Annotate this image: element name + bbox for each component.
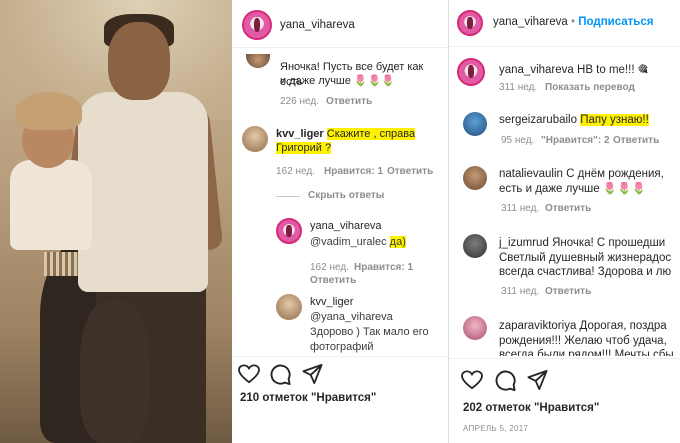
comment-avatar[interactable] xyxy=(242,126,268,152)
reply-likes[interactable]: Нравится: 1 xyxy=(354,262,413,273)
comment-body: kvv_liger Скажите , справа xyxy=(276,127,446,142)
comment-text: рождения!!! Желаю чтоб удача, xyxy=(499,335,667,347)
reply-time: 162 нед. xyxy=(310,262,349,273)
comment-text: всегда счастлива! Здорова и лю xyxy=(499,266,672,278)
photo-man-head xyxy=(108,22,170,100)
comment-text: и даже лучше 🌷🌷🌷 xyxy=(280,75,396,87)
comment-username[interactable]: j_izumrud xyxy=(499,237,549,249)
header-row: yana_vihareva • Подписаться xyxy=(493,16,654,28)
comment-username[interactable]: natalievaulin xyxy=(499,168,563,180)
reply-link[interactable]: Ответить xyxy=(326,96,372,107)
photo-girl-hat xyxy=(16,92,82,130)
photo-girl-body xyxy=(10,160,92,250)
reply-text: @yana_vihareva xyxy=(310,311,393,323)
reply-link[interactable]: Ответить xyxy=(545,286,591,297)
comment-highlight: Папу узнаю!! xyxy=(580,114,649,126)
comment-text: Светлый душевный жизнерадос xyxy=(499,252,672,264)
comment-text: Яночка! С прошедши xyxy=(552,237,666,249)
comment-highlight: Скажите , справа xyxy=(326,128,416,140)
comment-time: 226 нед. xyxy=(280,96,319,107)
photo-donkey-head xyxy=(80,300,150,443)
actions-divider xyxy=(449,358,680,359)
share-send-icon[interactable] xyxy=(527,370,548,390)
comment-bubble-icon[interactable] xyxy=(495,370,516,391)
follow-button[interactable]: Подписаться xyxy=(578,16,653,28)
replies-divider xyxy=(276,196,300,197)
comment-avatar[interactable] xyxy=(463,112,487,136)
comment-body: j_izumrud Яночка! С прошедши xyxy=(499,237,665,249)
comment-body: natalievaulin С днём рождения, xyxy=(499,168,664,180)
header-avatar[interactable] xyxy=(242,10,272,40)
comment-time: 311 нед. xyxy=(501,203,540,214)
comment-bubble-icon[interactable] xyxy=(270,364,291,385)
comment-username[interactable]: sergeizarubailo xyxy=(499,114,577,126)
reply-link[interactable]: Ответить xyxy=(310,275,356,286)
actions-divider xyxy=(232,356,448,357)
reply-link[interactable]: Ответить xyxy=(545,203,591,214)
comment-body-line2: Григорий ? xyxy=(276,142,332,154)
reply-mention[interactable]: @vadim_uralec xyxy=(310,236,387,248)
comment-text: всегда были рядом!!! Мечты сбы xyxy=(499,349,674,356)
likes-count[interactable]: 210 отметок "Нравится" xyxy=(240,392,376,404)
post-date: АПРЕЛЬ 5, 2017 xyxy=(463,424,529,433)
comment-time: 162 нед. xyxy=(276,166,315,177)
translate-link[interactable]: Показать перевод xyxy=(545,82,635,93)
comment-text: С днём рождения, xyxy=(566,168,664,180)
comment-avatar[interactable] xyxy=(463,316,487,340)
header-avatar[interactable] xyxy=(457,10,483,36)
reply-avatar[interactable] xyxy=(276,218,302,244)
comment-username[interactable]: zaparaviktoriya xyxy=(499,320,576,332)
comment-time: 311 нед. xyxy=(501,286,540,297)
caption-text: НВ to me!!! 🎕 xyxy=(577,64,649,76)
header-divider xyxy=(232,47,448,48)
comment-body: zaparaviktoriya Дорогая, поздра xyxy=(499,320,667,332)
hide-replies-button[interactable]: Скрыть ответы xyxy=(308,190,384,201)
reply-text: фотографий xyxy=(310,341,374,353)
header-username[interactable]: yana_vihareva xyxy=(493,16,568,28)
likes-count[interactable]: 202 отметок "Нравится" xyxy=(463,402,599,414)
caption-time: 311 нед. xyxy=(499,82,538,93)
caption-body: yana_vihareva НВ to me!!! 🎕 xyxy=(499,62,648,81)
comment-avatar[interactable] xyxy=(463,234,487,258)
header-username[interactable]: yana_vihareva xyxy=(280,19,355,31)
caption-username[interactable]: yana_vihareva xyxy=(499,64,574,76)
comment-body: sergeizarubailo Папу узнаю!! xyxy=(499,114,649,126)
reply-link[interactable]: Ответить xyxy=(387,166,433,177)
like-heart-icon[interactable] xyxy=(238,364,260,384)
comment-highlight: Григорий ? xyxy=(276,142,332,154)
comment-likes[interactable]: "Нравится": 2 xyxy=(541,135,610,146)
reply-highlight: да) xyxy=(389,236,406,248)
comment-likes[interactable]: Нравится: 1 xyxy=(324,166,383,177)
reply-username[interactable]: yana_vihareva xyxy=(310,220,382,232)
share-send-icon[interactable] xyxy=(302,364,323,384)
comment-time: 95 нед. xyxy=(501,135,535,146)
caption-avatar[interactable] xyxy=(457,58,485,86)
right-screenshot: yana_vihareva • Подписаться yana_viharev… xyxy=(449,0,680,443)
comment-username[interactable]: kvv_liger xyxy=(276,128,324,140)
reply-username[interactable]: kvv_liger xyxy=(310,296,353,308)
comment-avatar[interactable] xyxy=(463,166,487,190)
comment-text: есть и даже лучше 🌷🌷🌷 xyxy=(499,183,646,195)
reply-avatar[interactable] xyxy=(276,294,302,320)
photo-man-tanktop xyxy=(78,92,208,292)
reply-body: @vadim_uralec да) xyxy=(310,236,406,248)
reply-link[interactable]: Ответить xyxy=(613,135,659,146)
comment-text: Дорогая, поздра xyxy=(579,320,667,332)
header-divider xyxy=(449,46,680,47)
comment-avatar[interactable] xyxy=(246,54,270,68)
middle-screenshot: yana_vihareva Яночка! Пусть все будет ка… xyxy=(232,0,448,443)
like-heart-icon[interactable] xyxy=(461,370,483,390)
reply-text: Здорово ) Так мало его xyxy=(310,326,429,338)
post-photo xyxy=(0,0,232,443)
